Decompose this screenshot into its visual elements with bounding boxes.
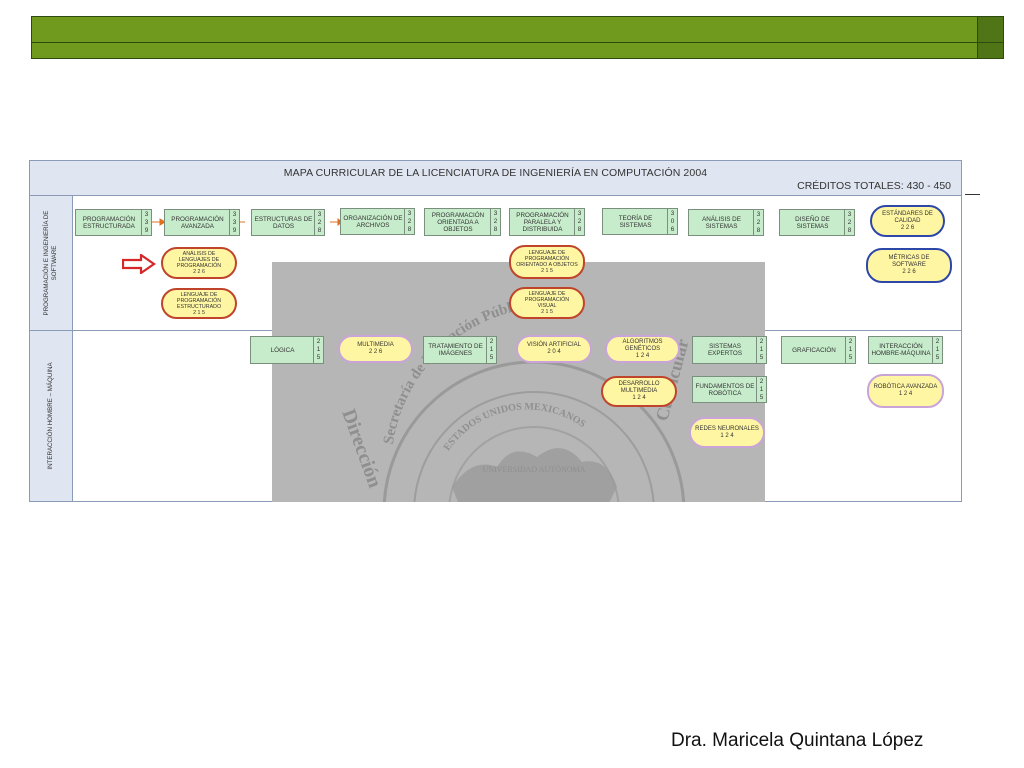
course-credits: 215 [845, 337, 855, 363]
course-name: GRAFICACIÓN [792, 346, 836, 354]
elective-name: REDES NEURONALES [695, 425, 759, 432]
course-name: PROGRAMACIÓN ESTRUCTURADA [82, 215, 136, 230]
course-diseno-de-sistemas[interactable]: DISEÑO DE SISTEMAS 328 [779, 209, 855, 236]
course-name: TRATAMIENTO DE IMÁGENES [428, 343, 483, 357]
course-name: LÓGICA [270, 346, 295, 354]
watermark-outer-text: Secretaría de Educación Pública [381, 296, 532, 445]
elective-credits: 2 1 5 [541, 309, 553, 315]
course-credits: 328 [574, 209, 584, 235]
top-header-bar [31, 16, 1004, 44]
elective-name: ESTÁNDARES DE CALIDAD [882, 210, 933, 224]
course-credits: 215 [756, 377, 766, 402]
elective-name: LENGUAJE DE PROGRAMACIÓN ESTRUCTURADO [176, 291, 222, 310]
elective-name: LENGUAJE DE PROGRAMACIÓN VISUAL [524, 291, 570, 309]
course-name: ANÁLISIS DE SISTEMAS [702, 215, 741, 230]
elective-credits: 2 2 6 [900, 224, 915, 231]
course-credits: 215 [932, 337, 942, 363]
elective-multimedia[interactable]: MULTIMEDIA 2 2 6 [338, 335, 413, 363]
elective-lenguaje-orientado-a-objetos[interactable]: LENGUAJE DE PROGRAMACIÓN ORIENTADO A OBJ… [509, 245, 585, 279]
elective-redes-neuronales[interactable]: REDES NEURONALES 1 2 4 [689, 417, 765, 448]
arrow-right-icon [122, 254, 156, 274]
elective-credits: 1 2 4 [635, 352, 650, 359]
elective-name: MÉTRICAS DE SOFTWARE [888, 255, 930, 268]
course-credits: 328 [314, 210, 324, 235]
lane-label: INTERACCIÓN HOMBRE – MÁQUINA [47, 362, 54, 470]
elective-credits: 2 1 5 [193, 309, 205, 316]
elective-name: ROBÓTICA AVANZADA [873, 384, 938, 390]
elective-lenguaje-estructurado[interactable]: LENGUAJE DE PROGRAMACIÓN ESTRUCTURADO 2 1… [161, 288, 237, 319]
elective-analisis-de-lenguajes[interactable]: ANÁLISIS DE LENGUAJES DE PROGRAMACIÓN 2 2… [161, 247, 237, 279]
elective-desarrollo-multimedia[interactable]: DESARROLLO MULTIMEDIA 1 2 4 [601, 376, 677, 407]
elective-credits: 2 2 6 [902, 269, 916, 275]
elective-lenguaje-visual[interactable]: LENGUAJE DE PROGRAMACIÓN VISUAL 2 1 5 [509, 287, 585, 319]
course-name: FUNDAMENTOS DE ROBÓTICA [695, 382, 755, 397]
course-tratamiento-de-imagenes[interactable]: TRATAMIENTO DE IMÁGENES 215 [423, 336, 497, 364]
course-credits: 328 [753, 210, 763, 235]
course-credits: 339 [141, 210, 151, 235]
course-logica[interactable]: LÓGICA 215 [250, 336, 324, 364]
elective-robotica-avanzada[interactable]: ROBÓTICA AVANZADA 1 2 4 [867, 374, 944, 408]
elective-credits: 2 0 4 [547, 349, 561, 355]
course-name: PROGRAMACIÓN AVANZADA [171, 215, 224, 230]
course-credits: 328 [490, 209, 500, 235]
course-name: SISTEMAS EXPERTOS [707, 343, 743, 357]
course-name: PROGRAMACIÓN PARALELA Y DISTRIBUIDA [516, 211, 569, 233]
course-analisis-de-sistemas[interactable]: ANÁLISIS DE SISTEMAS 328 [688, 209, 764, 236]
course-programacion-estructurada[interactable]: PROGRAMACIÓN ESTRUCTURADA 339 [75, 209, 152, 236]
course-programacion-avanzada[interactable]: PROGRAMACIÓN AVANZADA 339 [164, 209, 240, 236]
elective-credits: 1 2 4 [898, 391, 913, 397]
course-name: DISEÑO DE SISTEMAS [795, 215, 830, 230]
elective-name: ALGORITMOS GENÉTICOS [622, 338, 663, 352]
credits-tick-mark [965, 194, 980, 195]
course-credits: 328 [404, 209, 414, 234]
course-credits: 306 [667, 209, 677, 234]
course-organizacion-de-archivos[interactable]: ORGANIZACIÓN DE ARCHIVOS 328 [340, 208, 415, 235]
map-title: MAPA CURRICULAR DE LA LICENCIATURA DE IN… [283, 167, 708, 179]
elective-name: DESARROLLO MULTIMEDIA [618, 381, 660, 394]
top-subheader-bar [31, 42, 1004, 59]
course-fundamentos-de-robotica[interactable]: FUNDAMENTOS DE ROBÓTICA 215 [692, 376, 767, 403]
course-sistemas-expertos[interactable]: SISTEMAS EXPERTOS 215 [692, 336, 767, 364]
course-name: INTERACCIÓN HOMBRE-MÁQUINA [871, 343, 931, 357]
course-name: PROGRAMACIÓN ORIENTADA A OBJETOS [431, 211, 485, 233]
course-name: ESTRUCTURAS DE DATOS [254, 215, 313, 230]
course-teoria-de-sistemas[interactable]: TEORÍA DE SISTEMAS 306 [602, 208, 678, 235]
course-credits: 215 [486, 337, 496, 363]
course-credits: 339 [229, 210, 239, 235]
elective-credits: 2 1 5 [541, 268, 553, 274]
elective-name: ANÁLISIS DE LENGUAJES DE PROGRAMACIÓN [176, 251, 222, 269]
lane-human-machine: INTERACCIÓN HOMBRE – MÁQUINA [30, 331, 73, 501]
course-credits: 215 [313, 337, 323, 363]
elective-credits: 1 2 4 [720, 432, 734, 439]
elective-algoritmos-geneticos[interactable]: ALGORITMOS GENÉTICOS 1 2 4 [605, 335, 680, 363]
course-programacion-paralela[interactable]: PROGRAMACIÓN PARALELA Y DISTRIBUIDA 328 [509, 208, 585, 236]
course-graficacion[interactable]: GRAFICACIÓN 215 [781, 336, 856, 364]
elective-credits: 1 2 4 [632, 395, 646, 401]
svg-text:Secretaría de Educación Públic: Secretaría de Educación Pública [381, 296, 532, 445]
course-name: TEORÍA DE SISTEMAS [618, 214, 653, 229]
lane-software-engineering: PROGRAMACIÓN E INGENIERÍA DE SOFTWARE [30, 196, 73, 331]
watermark-left-text: Dirección [337, 406, 386, 490]
elective-estandares-de-calidad[interactable]: ESTÁNDARES DE CALIDAD 2 2 6 [870, 205, 945, 237]
watermark-inner-text: ESTADOS UNIDOS MEXICANOS [442, 401, 588, 453]
elective-name: LENGUAJE DE PROGRAMACIÓN ORIENTADO A OBJ… [516, 250, 578, 268]
author-credit: Dra. Maricela Quintana López [671, 730, 924, 751]
elective-name: MULTIMEDIA [357, 342, 394, 348]
course-estructuras-de-datos[interactable]: ESTRUCTURAS DE DATOS 328 [251, 209, 325, 236]
course-credits: 215 [756, 337, 766, 363]
course-credits: 328 [844, 210, 854, 235]
course-name: ORGANIZACIÓN DE ARCHIVOS [343, 214, 403, 229]
course-interaccion-hombre-maquina[interactable]: INTERACCIÓN HOMBRE-MÁQUINA 215 [868, 336, 943, 364]
map-header: MAPA CURRICULAR DE LA LICENCIATURA DE IN… [30, 161, 961, 196]
elective-name: VISIÓN ARTIFICIAL [527, 342, 581, 348]
total-credits: CRÉDITOS TOTALES: 430 - 450 [797, 180, 951, 192]
elective-vision-artificial[interactable]: VISIÓN ARTIFICIAL 2 0 4 [516, 335, 592, 363]
lane-label: PROGRAMACIÓN E INGENIERÍA DE SOFTWARE [43, 210, 58, 316]
elective-credits: 2 2 6 [368, 349, 383, 355]
watermark-core-text: UNIVERSIDAD AUTÓNOMA [483, 464, 586, 474]
svg-text:ESTADOS UNIDOS MEXICANOS: ESTADOS UNIDOS MEXICANOS [442, 401, 588, 453]
elective-metricas-de-software[interactable]: MÉTRICAS DE SOFTWARE 2 2 6 [866, 248, 952, 283]
elective-credits: 2 2 6 [193, 269, 205, 275]
course-programacion-orientada-a-objetos[interactable]: PROGRAMACIÓN ORIENTADA A OBJETOS 328 [424, 208, 501, 236]
